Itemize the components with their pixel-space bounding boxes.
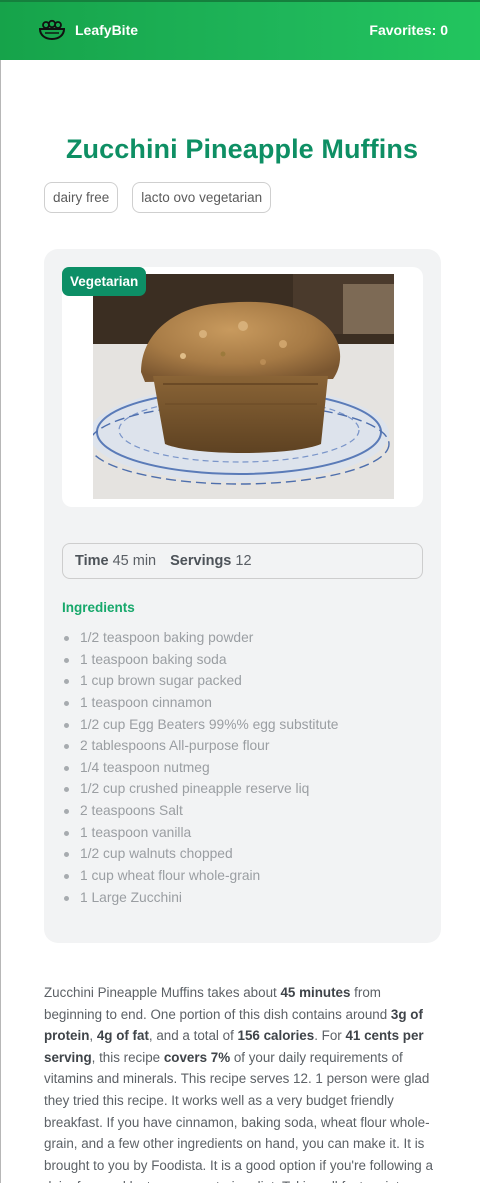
summary-text: , this recipe bbox=[91, 1049, 164, 1065]
time-stat: Time 45 min bbox=[75, 553, 156, 569]
summary-highlight: 156 calories bbox=[237, 1028, 315, 1044]
brand-home-link[interactable]: LeafyBite bbox=[37, 19, 138, 41]
recipe-title: Zucchini Pineapple Muffins bbox=[65, 134, 419, 164]
diet-tag: dairy free bbox=[44, 182, 119, 213]
ingredient-item: 1 cup brown sugar packed bbox=[62, 670, 338, 692]
ingredient-item: 1/2 cup crushed pineapple reserve liq bbox=[62, 778, 338, 800]
ingredients-heading: Ingredients bbox=[62, 600, 135, 615]
summary-highlight: 4g of fat bbox=[96, 1028, 149, 1044]
recipe-card: Vegetarian Time 45 min Servings 12 Ingre… bbox=[44, 249, 441, 943]
ingredient-item: 1 teaspoon baking soda bbox=[62, 649, 338, 671]
summary-highlight: 45 minutes bbox=[280, 985, 351, 1000]
recipe-image-frame: Vegetarian bbox=[62, 267, 423, 507]
servings-label: Servings bbox=[170, 553, 232, 569]
top-navbar: LeafyBite Favorites: 0 bbox=[0, 0, 480, 60]
window-edge bbox=[0, 0, 1, 1183]
ingredient-item: 1/2 cup Egg Beaters 99%% egg substitute bbox=[62, 714, 338, 736]
summary-text: , bbox=[89, 1028, 97, 1044]
ingredient-item: 1 teaspoon cinnamon bbox=[62, 692, 338, 714]
recipe-stats: Time 45 min Servings 12 bbox=[62, 543, 423, 579]
ingredient-item: 1 cup wheat flour whole-grain bbox=[62, 865, 338, 887]
ingredient-item: 1 teaspoon vanilla bbox=[62, 822, 338, 844]
recipe-summary: Zucchini Pineapple Muffins takes about 4… bbox=[44, 982, 440, 1183]
navbar-top-border bbox=[0, 0, 480, 2]
ingredient-item: 2 teaspoons Salt bbox=[62, 800, 338, 822]
summary-text: Zucchini Pineapple Muffins takes about bbox=[44, 985, 281, 1000]
recipe-photo bbox=[93, 274, 394, 499]
brand-name: LeafyBite bbox=[75, 22, 139, 38]
ingredient-item: 2 tablespoons All-purpose flour bbox=[62, 735, 338, 757]
servings-value: 12 bbox=[235, 553, 252, 569]
ingredient-item: 1 Large Zucchini bbox=[62, 887, 338, 909]
ingredient-item: 1/2 teaspoon baking powder bbox=[62, 627, 338, 649]
summary-text: of your daily requirements of vitamins a… bbox=[44, 1049, 433, 1183]
ingredients-list: 1/2 teaspoon baking powder 1 teaspoon ba… bbox=[62, 627, 338, 908]
salad-bowl-icon bbox=[37, 19, 67, 41]
ingredient-item: 1/2 cup walnuts chopped bbox=[62, 843, 338, 865]
diet-tags: dairy free lacto ovo vegetarian bbox=[44, 182, 272, 213]
diet-tag: lacto ovo vegetarian bbox=[132, 182, 272, 213]
vegetarian-badge: Vegetarian bbox=[62, 267, 147, 296]
summary-text: , and a total of bbox=[148, 1028, 238, 1044]
ingredient-item: 1/4 teaspoon nutmeg bbox=[62, 757, 338, 779]
summary-highlight: covers 7% bbox=[163, 1049, 231, 1065]
time-label: Time bbox=[75, 553, 109, 569]
summary-text: . For bbox=[314, 1028, 346, 1044]
servings-stat: Servings 12 bbox=[170, 553, 251, 569]
time-value: 45 min bbox=[112, 553, 157, 569]
favorites-link[interactable]: Favorites: 0 bbox=[369, 22, 448, 38]
